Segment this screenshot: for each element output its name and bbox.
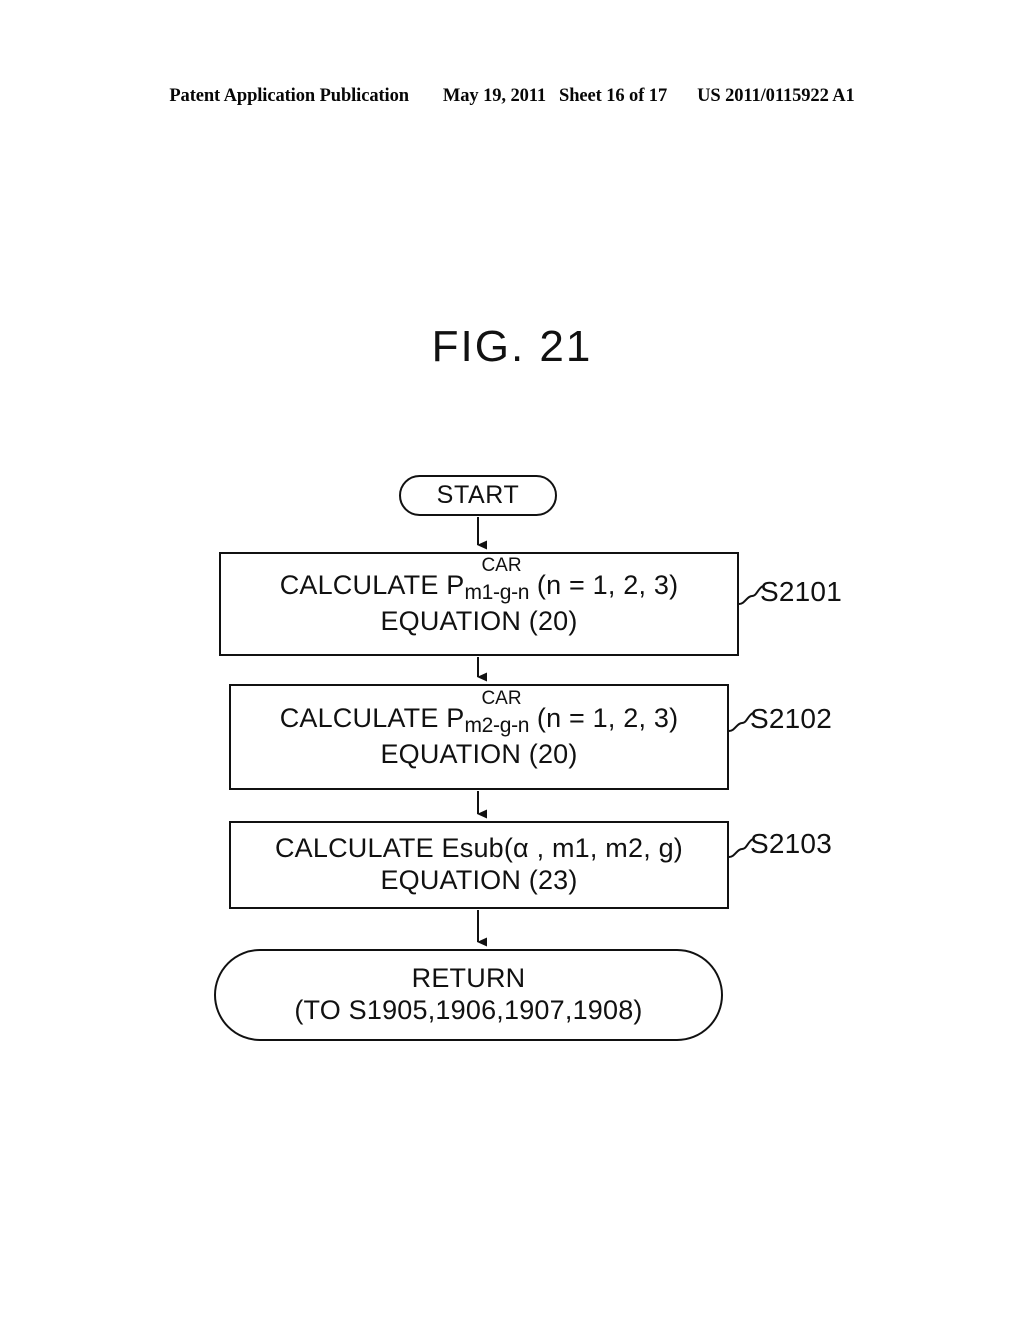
s2101-superscript: CAR: [481, 555, 522, 577]
s2102-prefix: CALCULATE P: [279, 703, 465, 734]
step-reference-s2103: S2103: [750, 828, 832, 859]
s2101-line-2: EQUATION (20): [380, 605, 578, 636]
s2102-superscript: CAR: [481, 688, 522, 710]
s2102-line-2: EQUATION (20): [380, 738, 578, 769]
return-line-2: (TO S1905,1906,1907,1908): [294, 995, 643, 1025]
flowchart-node-s2103: CALCULATE Esub(α , m1, m2, g) EQUATION (…: [229, 821, 729, 909]
flowchart-connectors: [477, 517, 764, 947]
flowchart-node-s2101: CALCULATE P CAR m1-g-n (n = 1, 2, 3) EQUAT…: [219, 552, 739, 656]
s2102-suffix: (n = 1, 2, 3): [529, 703, 679, 734]
start-label: START: [436, 480, 520, 509]
s2101-variable: CAR m1-g-n: [464, 555, 530, 606]
s2101-subscript: m1-g-n: [464, 581, 530, 605]
s2102-subscript: m2-g-n: [464, 714, 530, 738]
return-line-1: RETURN: [411, 963, 526, 994]
step-reference-s2101: S2101: [760, 576, 842, 607]
flowchart-node-start: START: [399, 475, 557, 516]
s2103-line-2: EQUATION (23): [380, 865, 578, 895]
step-reference-s2102: S2102: [750, 703, 832, 734]
flowchart-diagram: START CALCULATE P CAR m1-g-n (n = 1, 2, 3)…: [0, 0, 1024, 1320]
flowchart-node-s2102: CALCULATE P CAR m2-g-n (n = 1, 2, 3) EQUAT…: [229, 684, 729, 790]
s2103-line-1: CALCULATE Esub(α , m1, m2, g): [274, 833, 684, 864]
flowchart-node-return: RETURN (TO S1905,1906,1907,1908): [214, 949, 723, 1041]
s2102-line-1: CALCULATE P CAR m2-g-n (n = 1, 2, 3): [279, 688, 679, 739]
s2101-prefix: CALCULATE P: [279, 570, 465, 601]
s2102-variable: CAR m2-g-n: [464, 688, 530, 739]
s2101-suffix: (n = 1, 2, 3): [529, 570, 679, 601]
s2101-line-1: CALCULATE P CAR m1-g-n (n = 1, 2, 3): [279, 555, 679, 606]
